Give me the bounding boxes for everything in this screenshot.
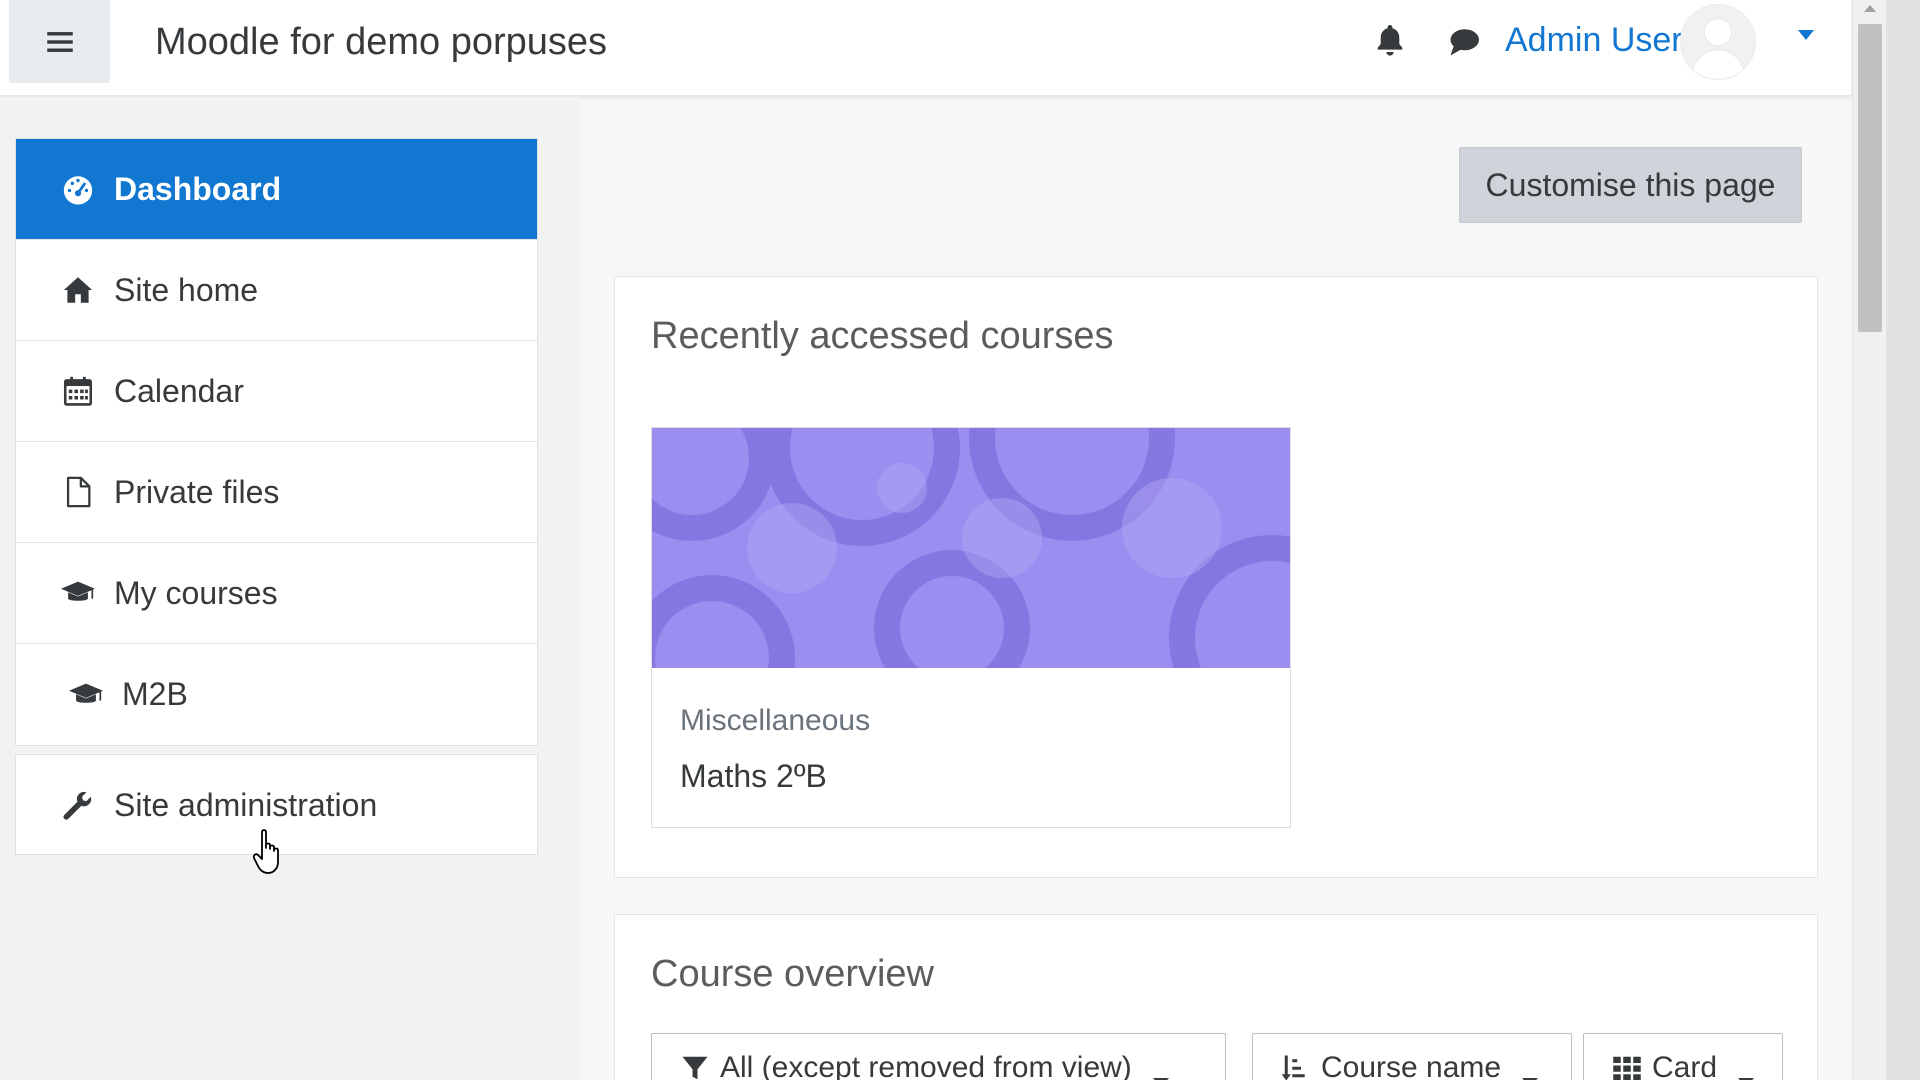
nav-item-calendar[interactable]: Calendar (16, 341, 537, 442)
home-icon (60, 272, 96, 308)
user-name-link[interactable]: Admin User (1505, 18, 1683, 62)
chevron-down-icon (1152, 1062, 1170, 1080)
graduation-cap-icon (68, 677, 104, 713)
course-name-link[interactable]: Maths 2ºB (680, 758, 827, 795)
nav-item-dashboard[interactable]: Dashboard (16, 139, 537, 240)
recently-accessed-courses-block: Recently accessed courses Miscellaneous … (614, 276, 1818, 878)
nav-item-label: My courses (114, 574, 278, 611)
nav-item-label: Dashboard (114, 170, 282, 207)
nav-item-my-courses[interactable]: My courses (16, 543, 537, 644)
top-navbar: Moodle for demo porpuses Admin User (0, 0, 1851, 96)
view-mode-dropdown[interactable]: Card (1583, 1033, 1783, 1080)
page-scrollbar[interactable] (1852, 0, 1886, 1080)
sort-dropdown[interactable]: Course name (1252, 1033, 1572, 1080)
nav-item-label: Site administration (114, 787, 378, 823)
nav-item-label: M2B (122, 676, 188, 712)
course-overview-block: Course overview All (except removed from… (614, 914, 1818, 1080)
nav-item-private-files[interactable]: Private files (16, 442, 537, 543)
course-image[interactable] (652, 428, 1290, 668)
customise-page-button[interactable]: Customise this page (1459, 147, 1802, 223)
nav-item-label: Site home (114, 271, 259, 308)
block-title: Course overview (651, 953, 934, 995)
nav-item-label: Private files (114, 473, 280, 510)
sort-label: Course name (1321, 1051, 1502, 1080)
site-name[interactable]: Moodle for demo porpuses (155, 18, 607, 66)
sort-icon (1281, 1053, 1311, 1080)
nav-item-site-home[interactable]: Site home (16, 240, 537, 341)
chevron-down-icon (1521, 1062, 1539, 1080)
file-icon (60, 474, 96, 510)
course-category: Miscellaneous (680, 704, 871, 737)
dashboard-icon (60, 171, 96, 207)
grouping-filter-dropdown[interactable]: All (except removed from view) (651, 1033, 1226, 1080)
grid-icon (1612, 1053, 1642, 1080)
scrollbar-thumb[interactable] (1858, 24, 1882, 332)
nav-item-course-m2b[interactable]: M2B (16, 644, 537, 745)
nav-list: Dashboard Site home Calendar Private fil… (15, 138, 538, 746)
nav-item-label: Calendar (114, 372, 244, 409)
view-label: Card (1652, 1051, 1718, 1080)
filter-icon (680, 1053, 710, 1080)
messages-chat-icon[interactable] (1446, 24, 1482, 60)
block-title: Recently accessed courses (651, 315, 1114, 357)
graduation-cap-icon (60, 575, 96, 611)
filter-label: All (except removed from view) (720, 1051, 1132, 1080)
chevron-down-icon (1737, 1062, 1755, 1080)
user-avatar[interactable] (1680, 4, 1756, 80)
wrench-icon (60, 788, 96, 824)
course-card[interactable]: Miscellaneous Maths 2ºB (651, 427, 1291, 828)
window-edge (1886, 0, 1920, 1080)
hand-pointer-cursor-icon (252, 829, 279, 874)
calendar-icon (60, 373, 96, 409)
hamburger-menu-button[interactable] (9, 0, 110, 83)
hamburger-icon (46, 31, 73, 52)
user-menu-caret-icon[interactable] (1796, 28, 1816, 42)
user-silhouette-icon (1690, 18, 1746, 79)
scroll-up-arrow-icon[interactable] (1862, 2, 1878, 14)
notifications-bell-icon[interactable] (1372, 22, 1408, 58)
